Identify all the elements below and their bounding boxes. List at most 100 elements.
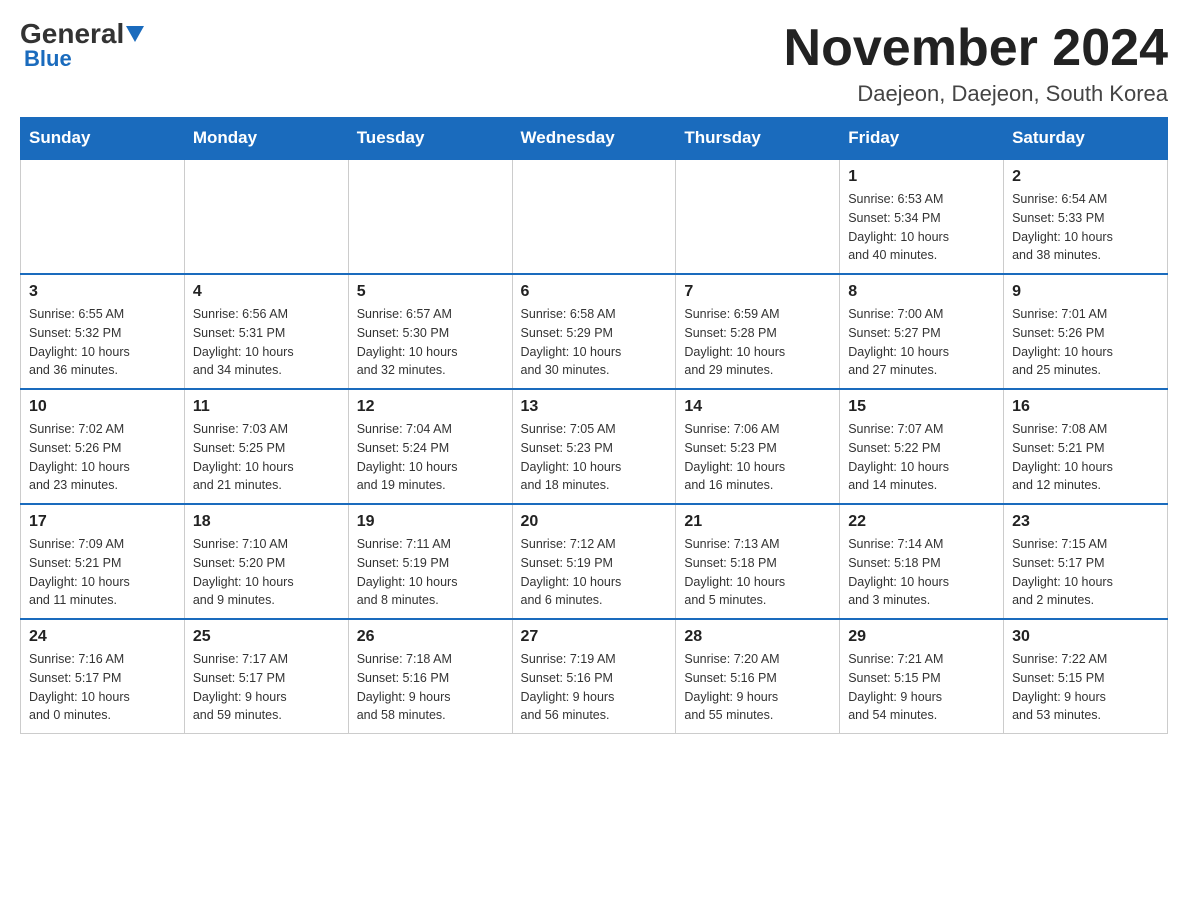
logo-triangle-icon [126, 26, 144, 42]
day-cell: 15 Sunrise: 7:07 AMSunset: 5:22 PMDayligh… [840, 389, 1004, 504]
day-cell: 5 Sunrise: 6:57 AMSunset: 5:30 PMDaylight… [348, 274, 512, 389]
day-info: Sunrise: 7:09 AMSunset: 5:21 PMDaylight:… [29, 535, 176, 610]
day-number: 27 [521, 628, 668, 646]
day-cell: 16Sunrise: 7:08 AMSunset: 5:21 PMDayligh… [1004, 389, 1168, 504]
day-cell: 18 Sunrise: 7:10 AMSunset: 5:20 PMDayligh… [184, 504, 348, 619]
calendar-table: Sunday Monday Tuesday Wednesday Thursday… [20, 117, 1168, 734]
day-cell: 21 Sunrise: 7:13 AMSunset: 5:18 PMDayligh… [676, 504, 840, 619]
day-cell: 9Sunrise: 7:01 AMSunset: 5:26 PMDaylight… [1004, 274, 1168, 389]
day-info: Sunrise: 7:22 AMSunset: 5:15 PMDaylight:… [1012, 650, 1159, 725]
day-number: 2 [1012, 168, 1159, 186]
week-row-5: 24Sunrise: 7:16 AMSunset: 5:17 PMDayligh… [21, 619, 1168, 734]
day-number: 21 [684, 513, 831, 531]
day-number: 29 [848, 628, 995, 646]
day-number: 4 [193, 283, 340, 301]
day-cell: 29Sunrise: 7:21 AMSunset: 5:15 PMDayligh… [840, 619, 1004, 734]
day-info: Sunrise: 7:19 AMSunset: 5:16 PMDaylight:… [521, 650, 668, 725]
day-info: Sunrise: 7:13 AMSunset: 5:18 PMDaylight:… [684, 535, 831, 610]
day-info: Sunrise: 6:54 AMSunset: 5:33 PMDaylight:… [1012, 190, 1159, 265]
day-cell: 20Sunrise: 7:12 AMSunset: 5:19 PMDayligh… [512, 504, 676, 619]
day-number: 3 [29, 283, 176, 301]
day-number: 24 [29, 628, 176, 646]
logo-general: General [20, 20, 124, 48]
day-number: 9 [1012, 283, 1159, 301]
week-row-2: 3 Sunrise: 6:55 AMSunset: 5:32 PMDaylight… [21, 274, 1168, 389]
day-info: Sunrise: 7:14 AMSunset: 5:18 PMDaylight:… [848, 535, 995, 610]
day-number: 18 [193, 513, 340, 531]
day-info: Sunrise: 6:57 AMSunset: 5:30 PMDaylight:… [357, 305, 504, 380]
day-info: Sunrise: 6:58 AMSunset: 5:29 PMDaylight:… [521, 305, 668, 380]
day-info: Sunrise: 7:17 AMSunset: 5:17 PMDaylight:… [193, 650, 340, 725]
col-thursday: Thursday [676, 118, 840, 160]
day-number: 15 [848, 398, 995, 416]
day-number: 16 [1012, 398, 1159, 416]
calendar-header-row: Sunday Monday Tuesday Wednesday Thursday… [21, 118, 1168, 160]
day-cell: 19 Sunrise: 7:11 AMSunset: 5:19 PMDayligh… [348, 504, 512, 619]
day-cell: 11 Sunrise: 7:03 AMSunset: 5:25 PMDayligh… [184, 389, 348, 504]
day-info: Sunrise: 7:15 AMSunset: 5:17 PMDaylight:… [1012, 535, 1159, 610]
day-number: 6 [521, 283, 668, 301]
day-info: Sunrise: 7:11 AMSunset: 5:19 PMDaylight:… [357, 535, 504, 610]
day-info: Sunrise: 7:10 AMSunset: 5:20 PMDaylight:… [193, 535, 340, 610]
day-cell: 26 Sunrise: 7:18 AMSunset: 5:16 PMDayligh… [348, 619, 512, 734]
day-cell: 22 Sunrise: 7:14 AMSunset: 5:18 PMDayligh… [840, 504, 1004, 619]
day-info: Sunrise: 6:56 AMSunset: 5:31 PMDaylight:… [193, 305, 340, 380]
day-info: Sunrise: 7:00 AMSunset: 5:27 PMDaylight:… [848, 305, 995, 380]
col-saturday: Saturday [1004, 118, 1168, 160]
day-cell: 28 Sunrise: 7:20 AMSunset: 5:16 PMDayligh… [676, 619, 840, 734]
page-header: General Blue November 2024 Daejeon, Daej… [20, 20, 1168, 107]
day-info: Sunrise: 7:03 AMSunset: 5:25 PMDaylight:… [193, 420, 340, 495]
logo-blue: Blue [20, 46, 72, 72]
day-number: 12 [357, 398, 504, 416]
week-row-4: 17 Sunrise: 7:09 AMSunset: 5:21 PMDayligh… [21, 504, 1168, 619]
day-cell: 17 Sunrise: 7:09 AMSunset: 5:21 PMDayligh… [21, 504, 185, 619]
day-cell: 10 Sunrise: 7:02 AMSunset: 5:26 PMDayligh… [21, 389, 185, 504]
day-number: 5 [357, 283, 504, 301]
day-number: 14 [684, 398, 831, 416]
day-cell: 25 Sunrise: 7:17 AMSunset: 5:17 PMDayligh… [184, 619, 348, 734]
month-title: November 2024 [784, 20, 1168, 77]
day-cell: 14 Sunrise: 7:06 AMSunset: 5:23 PMDayligh… [676, 389, 840, 504]
day-number: 28 [684, 628, 831, 646]
day-cell [21, 159, 185, 274]
day-cell: 1Sunrise: 6:53 AMSunset: 5:34 PMDaylight… [840, 159, 1004, 274]
day-cell [348, 159, 512, 274]
col-monday: Monday [184, 118, 348, 160]
day-cell: 30Sunrise: 7:22 AMSunset: 5:15 PMDayligh… [1004, 619, 1168, 734]
col-wednesday: Wednesday [512, 118, 676, 160]
col-friday: Friday [840, 118, 1004, 160]
day-cell: 24Sunrise: 7:16 AMSunset: 5:17 PMDayligh… [21, 619, 185, 734]
col-sunday: Sunday [21, 118, 185, 160]
day-number: 17 [29, 513, 176, 531]
day-cell: 2 Sunrise: 6:54 AMSunset: 5:33 PMDaylight… [1004, 159, 1168, 274]
day-number: 23 [1012, 513, 1159, 531]
day-cell [184, 159, 348, 274]
day-info: Sunrise: 7:05 AMSunset: 5:23 PMDaylight:… [521, 420, 668, 495]
day-number: 26 [357, 628, 504, 646]
day-number: 22 [848, 513, 995, 531]
week-row-1: 1Sunrise: 6:53 AMSunset: 5:34 PMDaylight… [21, 159, 1168, 274]
day-info: Sunrise: 7:04 AMSunset: 5:24 PMDaylight:… [357, 420, 504, 495]
week-row-3: 10 Sunrise: 7:02 AMSunset: 5:26 PMDayligh… [21, 389, 1168, 504]
col-tuesday: Tuesday [348, 118, 512, 160]
day-number: 10 [29, 398, 176, 416]
day-cell: 8 Sunrise: 7:00 AMSunset: 5:27 PMDaylight… [840, 274, 1004, 389]
day-number: 8 [848, 283, 995, 301]
day-cell [676, 159, 840, 274]
day-number: 7 [684, 283, 831, 301]
day-number: 19 [357, 513, 504, 531]
day-info: Sunrise: 7:06 AMSunset: 5:23 PMDaylight:… [684, 420, 831, 495]
day-info: Sunrise: 7:07 AMSunset: 5:22 PMDaylight:… [848, 420, 995, 495]
day-cell: 27 Sunrise: 7:19 AMSunset: 5:16 PMDayligh… [512, 619, 676, 734]
day-cell: 7Sunrise: 6:59 AMSunset: 5:28 PMDaylight… [676, 274, 840, 389]
day-cell: 12 Sunrise: 7:04 AMSunset: 5:24 PMDayligh… [348, 389, 512, 504]
title-block: November 2024 Daejeon, Daejeon, South Ko… [784, 20, 1168, 107]
day-number: 11 [193, 398, 340, 416]
day-info: Sunrise: 7:18 AMSunset: 5:16 PMDaylight:… [357, 650, 504, 725]
day-info: Sunrise: 7:02 AMSunset: 5:26 PMDaylight:… [29, 420, 176, 495]
day-number: 25 [193, 628, 340, 646]
day-cell [512, 159, 676, 274]
day-info: Sunrise: 6:55 AMSunset: 5:32 PMDaylight:… [29, 305, 176, 380]
day-info: Sunrise: 7:20 AMSunset: 5:16 PMDaylight:… [684, 650, 831, 725]
logo: General Blue [20, 20, 144, 72]
